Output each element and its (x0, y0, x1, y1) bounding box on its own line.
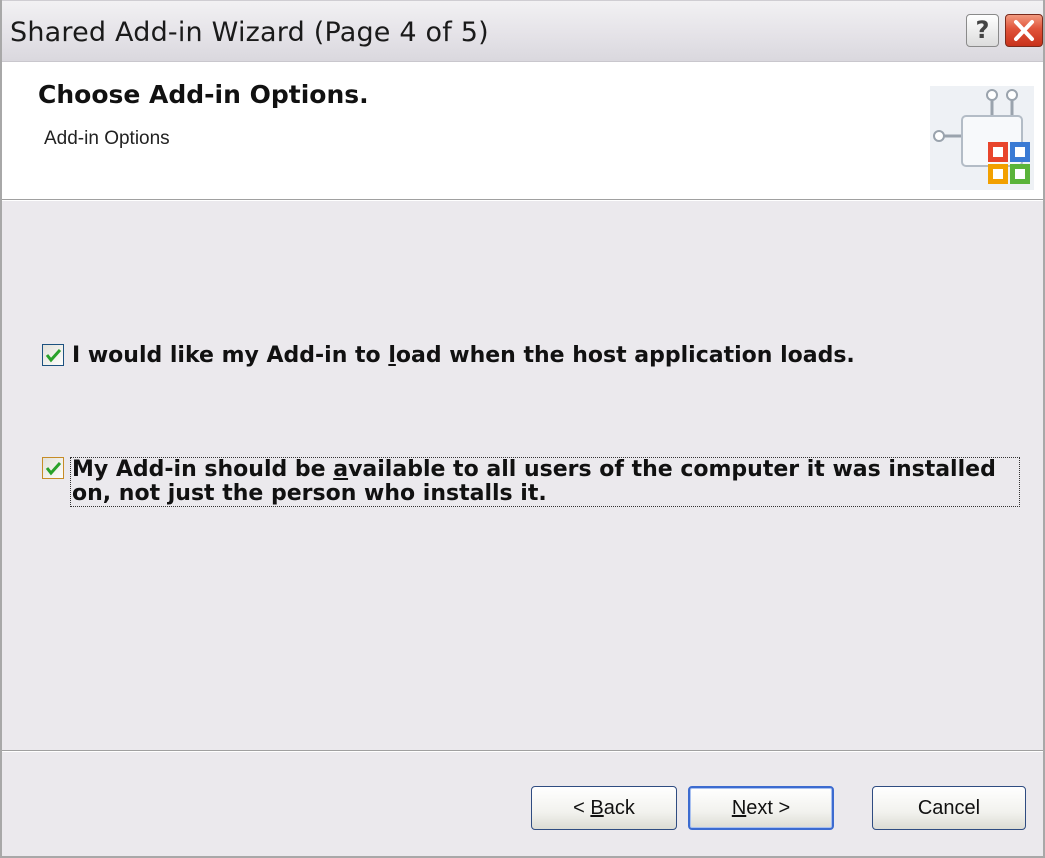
load-on-startup-label[interactable]: I would like my Add-in to load when the … (72, 344, 855, 368)
back-button[interactable]: < Back (531, 786, 677, 830)
help-icon: ? (975, 16, 990, 44)
button-separator (2, 750, 1043, 752)
all-users-option[interactable]: My Add-in should be available to all use… (42, 457, 1020, 507)
page-title: Choose Add-in Options. (38, 80, 369, 109)
all-users-checkbox[interactable] (42, 457, 64, 479)
wizard-header: Choose Add-in Options. Add-in Options (2, 62, 1043, 200)
cancel-button[interactable]: Cancel (872, 786, 1026, 830)
next-button[interactable]: Next > (688, 786, 834, 830)
help-button[interactable]: ? (966, 14, 999, 47)
wizard-body: I would like my Add-in to load when the … (2, 200, 1043, 750)
close-button[interactable] (1005, 14, 1043, 47)
checkmark-icon (45, 348, 62, 363)
page-subtitle: Add-in Options (44, 128, 170, 149)
office-addin-icon (930, 86, 1034, 190)
window-title: Shared Add-in Wizard (Page 4 of 5) (10, 17, 489, 48)
checkmark-icon (45, 461, 62, 476)
wizard-window: Shared Add-in Wizard (Page 4 of 5) ? Cho… (0, 0, 1045, 858)
close-icon (1014, 20, 1034, 41)
title-bar[interactable]: Shared Add-in Wizard (Page 4 of 5) ? (2, 0, 1043, 62)
all-users-label[interactable]: My Add-in should be available to all use… (70, 457, 1020, 507)
load-on-startup-checkbox[interactable] (42, 344, 64, 366)
load-on-startup-option[interactable]: I would like my Add-in to load when the … (42, 344, 855, 368)
